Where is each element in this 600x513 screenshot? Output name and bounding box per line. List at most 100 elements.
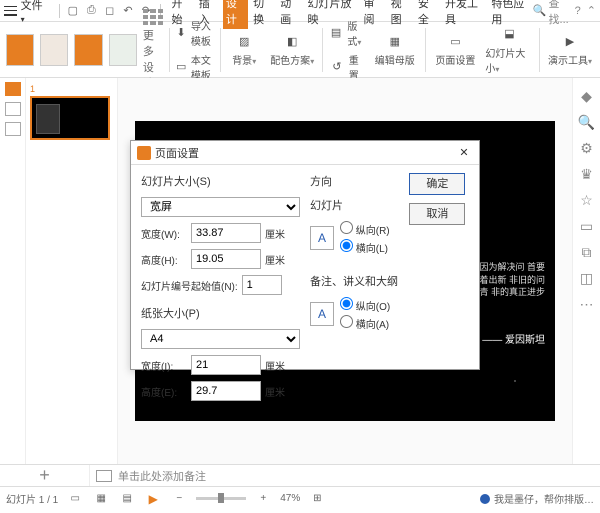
search-icon: 🔍 (533, 4, 547, 17)
reading-view-icon[interactable]: ▤ (118, 491, 136, 507)
thumbnail-pane: 1 (26, 78, 118, 464)
template-thumb-1[interactable] (6, 34, 34, 66)
edit-master-button[interactable]: ▦编辑母版 (371, 32, 419, 67)
present-icon: ▶ (560, 32, 580, 50)
user-status[interactable]: 我是墨仔，帮你排版… (494, 491, 594, 506)
import-template-button[interactable]: ⬇导入模板 (175, 18, 213, 48)
search-box[interactable]: 🔍 查找... ? ⌃ (533, 0, 596, 27)
slide-size-label: 幻灯片大小(S) (141, 173, 300, 189)
zoom-in-icon[interactable]: + (254, 491, 272, 507)
undo-icon[interactable]: ↶ (121, 3, 135, 19)
thumbnail-image (36, 104, 60, 134)
list-view-icon[interactable] (5, 102, 21, 116)
collapse-icon[interactable]: ⌃ (587, 4, 596, 17)
slide-thumbnail-1[interactable] (30, 96, 110, 140)
slide-number: 1 (30, 84, 113, 94)
template-thumb-4[interactable] (109, 34, 137, 66)
template-thumb-3[interactable] (74, 34, 102, 66)
page-setup-button[interactable]: ▭页面设置 (431, 32, 479, 67)
landscape-l-radio[interactable]: 横向(L) (340, 239, 390, 255)
crown-icon[interactable]: ♛ (579, 166, 595, 182)
add-slide-button[interactable]: + (0, 465, 90, 486)
menu-bar: 文件 ▾ ▢ ⎙ ◻ ↶ ↷ 开始 插入 设计 切换 动画 幻灯片放映 审阅 视… (0, 0, 600, 22)
slide-position: 幻灯片 1 / 1 (6, 491, 58, 506)
outline-view-icon[interactable] (5, 82, 21, 96)
help-icon[interactable]: ? (575, 5, 581, 17)
sorter-view-icon[interactable]: ▦ (92, 491, 110, 507)
width2-label: 宽度(I): (141, 358, 187, 373)
background-button[interactable]: ▨背景▾ (226, 32, 262, 67)
zoom-level[interactable]: 47% (280, 493, 300, 504)
print-icon[interactable]: ⎙ (84, 3, 98, 19)
orientation-preview-2: A (310, 302, 334, 326)
zoom-out-icon[interactable]: − (170, 491, 188, 507)
landscape-a-radio[interactable]: 横向(A) (340, 315, 390, 331)
orientation-preview-1: A (310, 226, 334, 250)
present-tools-button[interactable]: ▶演示工具▾ (546, 32, 594, 67)
reset-icon: ↺ (329, 58, 345, 76)
reset-button[interactable]: ↺重置 (329, 52, 365, 82)
color-scheme-button[interactable]: ◧配色方案▾ (268, 32, 316, 67)
height-input[interactable] (191, 249, 261, 269)
normal-view-icon[interactable]: ▭ (66, 491, 84, 507)
tab-transition[interactable]: 切换 (250, 0, 275, 29)
folder-icon[interactable]: ▭ (579, 218, 595, 234)
app-logo-icon (137, 146, 151, 160)
cancel-button[interactable]: 取消 (409, 203, 465, 225)
tab-view[interactable]: 视图 (388, 0, 413, 29)
ok-button[interactable]: 确定 (409, 173, 465, 195)
slideshow-icon[interactable]: ▶ (144, 491, 162, 507)
gear-icon[interactable]: ⚙ (579, 140, 595, 156)
more-icon[interactable]: ⋯ (579, 296, 595, 312)
user-avatar-icon[interactable] (480, 494, 490, 504)
search-panel-icon[interactable]: 🔍 (579, 114, 595, 130)
tab-animation[interactable]: 动画 (277, 0, 302, 29)
orientation-label: 方向 (310, 173, 399, 189)
link-icon[interactable]: ⧉ (579, 244, 595, 260)
width2-input[interactable] (191, 355, 261, 375)
width-unit: 厘米 (265, 226, 285, 241)
slide-size-button[interactable]: ⬓幻灯片大小▾ (485, 25, 533, 75)
portrait-o-radio[interactable]: 纵向(O) (340, 297, 390, 313)
portrait-r-radio[interactable]: 纵向(R) (340, 221, 390, 237)
left-rail (0, 78, 26, 464)
slide-size-select[interactable]: 宽屏 (141, 197, 300, 217)
height-unit: 厘米 (265, 252, 285, 267)
status-bar: 幻灯片 1 / 1 ▭ ▦ ▤ ▶ − + 47% ⊞ 我是墨仔，帮你排版… (0, 486, 600, 510)
paper-size-select[interactable]: A4 (141, 329, 300, 349)
height2-input[interactable] (191, 381, 261, 401)
tab-dev[interactable]: 开发工具 (442, 0, 486, 29)
notes-icon (96, 470, 112, 482)
width-input[interactable] (191, 223, 261, 243)
save-icon[interactable]: ▢ (66, 3, 80, 19)
star-icon[interactable]: ☆ (579, 192, 595, 208)
preview-icon[interactable]: ◻ (102, 3, 116, 19)
fit-icon[interactable]: ⊞ (308, 491, 326, 507)
pin-icon[interactable]: ◆ (579, 88, 595, 104)
this-template-button[interactable]: ▭本文模板 (175, 52, 213, 82)
file-menu[interactable]: 文件 ▾ (21, 0, 47, 25)
assets-icon[interactable]: ◫ (579, 270, 595, 286)
format-button[interactable]: ▤版式▾ (329, 18, 365, 48)
notes-placeholder[interactable]: 单击此处添加备注 (118, 468, 206, 484)
right-rail: ◆ 🔍 ⚙ ♛ ☆ ▭ ⧉ ◫ ⋯ (572, 78, 600, 464)
master-icon: ▦ (385, 32, 405, 50)
zoom-slider[interactable] (196, 497, 246, 500)
template-icon: ▭ (175, 58, 186, 76)
width-label: 宽度(W): (141, 226, 187, 241)
hamburger-icon[interactable] (4, 6, 17, 16)
paper-size-label: 纸张大小(P) (141, 305, 300, 321)
close-icon[interactable]: ✕ (455, 146, 473, 159)
ribbon: 更多设计 ⬇导入模板 ▭本文模板 ▨背景▾ ◧配色方案▾ ▤版式▾ ↺重置 ▦编… (0, 22, 600, 78)
tab-security[interactable]: 安全 (415, 0, 440, 29)
dialog-titlebar[interactable]: 页面设置 ✕ (131, 141, 479, 165)
template-thumb-2[interactable] (40, 34, 68, 66)
height-label: 高度(H): (141, 252, 187, 267)
palette-icon: ◧ (282, 32, 302, 50)
grid-view-icon[interactable] (5, 122, 21, 136)
numbering-input[interactable] (242, 275, 282, 295)
tab-design[interactable]: 设计 (223, 0, 248, 29)
slide-author-text: —— 爱因斯坦 (482, 331, 545, 346)
height2-label: 高度(E): (141, 384, 187, 399)
notes-sublabel: 备注、讲义和大纲 (310, 273, 399, 289)
